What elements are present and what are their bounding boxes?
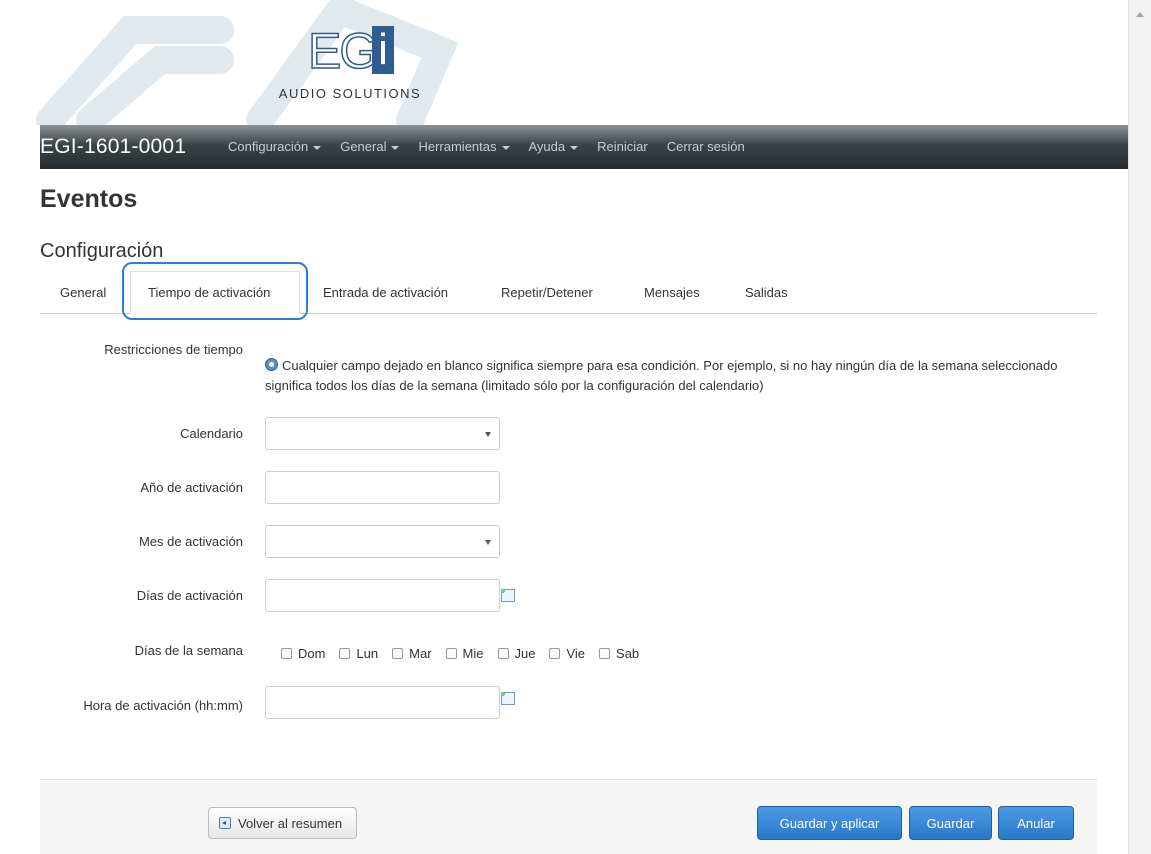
save-button[interactable]: Guardar: [909, 806, 992, 840]
scroll-up-arrow-icon[interactable]: [1136, 12, 1144, 17]
nav-label: Configuración: [228, 139, 309, 154]
nav-label: Herramientas: [418, 139, 497, 154]
weekday-vie[interactable]: Vie: [549, 646, 585, 661]
weekday-lun[interactable]: Lun: [339, 646, 378, 661]
save-and-apply-button[interactable]: Guardar y aplicar: [757, 806, 902, 840]
time-input[interactable]: [265, 686, 500, 719]
tab-entrada-de-activacion[interactable]: Entrada de activación: [323, 285, 448, 300]
info-icon: [265, 358, 278, 371]
weekday-sab[interactable]: Sab: [599, 646, 639, 661]
weekday-label: Vie: [566, 646, 586, 661]
weekday-mar[interactable]: Mar: [392, 646, 432, 661]
checkbox[interactable]: [339, 648, 351, 659]
year-input[interactable]: [265, 471, 500, 504]
nav-item-general[interactable]: General: [340, 139, 400, 154]
month-select[interactable]: [265, 525, 500, 558]
weekday-jue[interactable]: Jue: [497, 646, 536, 661]
nav-label: Reiniciar: [597, 139, 648, 154]
form-footer: Volver al resumen Guardar y aplicar Guar…: [40, 779, 1097, 854]
page-title: Eventos: [40, 185, 138, 213]
chevron-down-icon: [570, 145, 579, 150]
nav-item-herramientas[interactable]: Herramientas: [418, 139, 510, 154]
add-time-icon[interactable]: [499, 690, 515, 705]
month-label: Mes de activación: [138, 534, 243, 549]
tab-salidas[interactable]: Salidas: [745, 285, 788, 300]
page: EG i AUDIO SOLUTIONS EGI-1601-0001 Confi…: [0, 0, 1128, 854]
nav-label: Cerrar sesión: [666, 139, 745, 154]
logo-letter: i: [372, 26, 394, 74]
weekday-label: Mie: [462, 646, 484, 661]
back-label: Volver al resumen: [238, 815, 343, 831]
restrictions-label: Restricciones de tiempo: [104, 342, 243, 357]
nav-item-ayuda[interactable]: Ayuda: [529, 139, 579, 154]
nav-label: Ayuda: [528, 139, 566, 154]
weekday-checkboxes: Dom Lun Mar Mie Jue Vie Sab: [281, 646, 653, 661]
nav-menu: Configuración General Herramientas Ayuda…: [228, 139, 764, 154]
checkbox[interactable]: [599, 648, 611, 659]
checkbox[interactable]: [445, 648, 457, 659]
weekday-label: Jue: [514, 646, 536, 661]
tab-mensajes[interactable]: Mensajes: [644, 285, 700, 300]
chevron-down-icon: [391, 145, 400, 150]
nav-item-cerrar-sesion[interactable]: Cerrar sesión: [667, 139, 745, 154]
restrictions-hint: Cualquier campo dejado en blanco signifi…: [265, 356, 1095, 396]
weekdays-label: Días de la semana: [134, 643, 243, 658]
checkbox[interactable]: [497, 648, 509, 659]
weekday-label: Dom: [298, 646, 326, 661]
weekday-mie[interactable]: Mie: [445, 646, 484, 661]
add-days-icon[interactable]: [499, 587, 515, 602]
weekday-dom[interactable]: Dom: [281, 646, 325, 661]
days-input[interactable]: [265, 579, 500, 612]
egi-logo: EG i AUDIO SOLUTIONS: [260, 20, 440, 105]
vertical-scrollbar[interactable]: [1128, 0, 1151, 854]
tab-repetir-detener[interactable]: Repetir/Detener: [501, 285, 593, 300]
tab-highlight-outline: [122, 262, 308, 320]
nav-item-reiniciar[interactable]: Reiniciar: [597, 139, 648, 154]
weekday-label: Lun: [356, 646, 379, 661]
checkbox[interactable]: [549, 648, 561, 659]
cancel-button[interactable]: Anular: [998, 806, 1074, 840]
restrictions-hint-text: Cualquier campo dejado en blanco signifi…: [265, 358, 1058, 393]
navbar: EGI-1601-0001 Configuración General Herr…: [40, 125, 1128, 169]
header: EG i AUDIO SOLUTIONS: [0, 0, 1128, 125]
logo-subtitle: AUDIO SOLUTIONS: [278, 86, 422, 101]
back-to-summary-button[interactable]: Volver al resumen: [208, 807, 358, 839]
logo-main: EG: [307, 23, 379, 79]
chevron-down-icon: [313, 145, 322, 150]
calendar-select[interactable]: [265, 417, 500, 450]
calendar-label: Calendario: [180, 426, 243, 441]
weekday-label: Sab: [616, 646, 640, 661]
nav-item-configuracion[interactable]: Configuración: [228, 139, 322, 154]
days-label: Días de activación: [136, 588, 243, 603]
checkbox[interactable]: [392, 648, 404, 659]
tab-general[interactable]: General: [60, 285, 106, 300]
time-label: Hora de activación (hh:mm): [83, 698, 243, 713]
chevron-down-icon: [501, 145, 510, 150]
dropdown-arrow-icon: [485, 432, 491, 437]
checkbox[interactable]: [281, 648, 292, 659]
nav-label: General: [340, 139, 387, 154]
section-title: Configuración: [40, 240, 164, 262]
back-arrow-icon: [219, 817, 231, 829]
year-label: Año de activación: [140, 480, 243, 495]
navbar-brand[interactable]: EGI-1601-0001: [40, 135, 186, 159]
dropdown-arrow-icon: [485, 540, 491, 545]
weekday-label: Mar: [409, 646, 432, 661]
